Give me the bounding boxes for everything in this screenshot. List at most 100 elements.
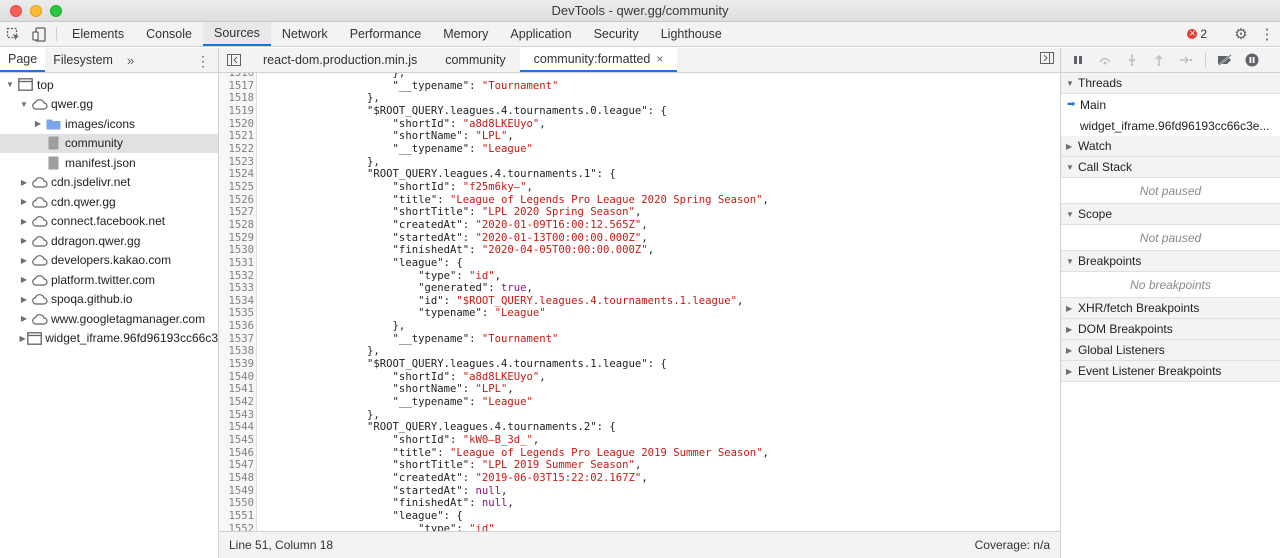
line-number[interactable]: 1536: [219, 320, 257, 333]
section-scope[interactable]: ▼ Scope: [1061, 204, 1280, 225]
pause-on-exceptions-icon[interactable]: [1241, 50, 1263, 70]
expand-arrow-right-icon[interactable]: ▶: [18, 236, 30, 245]
expand-arrow-right-icon[interactable]: ▶: [32, 119, 44, 128]
line-number[interactable]: 1540: [219, 370, 257, 384]
line-number[interactable]: 1552: [219, 522, 257, 531]
expand-arrow-right-icon[interactable]: ▶: [18, 178, 30, 187]
tree-item[interactable]: ▶ connect.facebook.net: [0, 212, 218, 232]
tab-security[interactable]: Security: [583, 22, 650, 46]
tree-item[interactable]: ▶ developers.kakao.com: [0, 251, 218, 271]
navigator-menu-icon[interactable]: ⋮: [196, 53, 210, 70]
tab-elements[interactable]: Elements: [61, 22, 135, 46]
editor-tab[interactable]: community: [431, 48, 519, 72]
editor-tab[interactable]: react-dom.production.min.js: [249, 48, 431, 72]
tree-item[interactable]: ▶ platform.twitter.com: [0, 270, 218, 290]
expand-arrow-right-icon[interactable]: ▶: [18, 295, 30, 304]
expand-arrow-right-icon[interactable]: ▶: [18, 217, 30, 226]
line-number[interactable]: 1535: [219, 307, 257, 321]
tree-item[interactable]: community: [0, 133, 218, 153]
expand-arrow-down-icon[interactable]: ▼: [4, 80, 16, 89]
line-number[interactable]: 1516: [219, 73, 257, 80]
close-tab-icon[interactable]: ×: [656, 52, 663, 66]
line-number[interactable]: 1522: [219, 142, 257, 156]
section-xhr-fetch-breakpoints[interactable]: ▶ XHR/fetch Breakpoints: [1061, 298, 1280, 319]
thread-item[interactable]: widget_iframe.96fd96193cc66c3e...: [1061, 115, 1280, 136]
line-number[interactable]: 1550: [219, 497, 257, 510]
toggle-navigator-icon[interactable]: [219, 48, 249, 72]
deactivate-breakpoints-icon[interactable]: [1214, 50, 1236, 70]
section-event-listener-breakpoints[interactable]: ▶ Event Listener Breakpoints: [1061, 361, 1280, 382]
coverage-status[interactable]: Coverage: n/a: [975, 538, 1050, 552]
section-global-listeners[interactable]: ▶ Global Listeners: [1061, 340, 1280, 361]
pause-icon[interactable]: [1067, 50, 1089, 70]
device-toolbar-icon[interactable]: [26, 22, 52, 46]
line-number[interactable]: 1530: [219, 244, 257, 257]
tree-item[interactable]: ▶ widget_iframe.96fd96193cc66c3: [0, 329, 218, 349]
line-number[interactable]: 1523: [219, 155, 257, 169]
line-number[interactable]: 1537: [219, 332, 257, 346]
line-number[interactable]: 1517: [219, 79, 257, 93]
line-number[interactable]: 1529: [219, 231, 257, 245]
line-number[interactable]: 1532: [219, 269, 257, 283]
line-number[interactable]: 1531: [219, 256, 257, 270]
line-number[interactable]: 1543: [219, 408, 257, 422]
line-number[interactable]: 1527: [219, 206, 257, 219]
editor-tab[interactable]: community:formatted ×: [519, 48, 678, 72]
tab-filesystem[interactable]: Filesystem: [45, 48, 121, 72]
tab-sources[interactable]: Sources: [202, 22, 271, 46]
more-tabs-icon[interactable]: »: [121, 48, 140, 72]
line-number[interactable]: 1521: [219, 130, 257, 143]
line-number[interactable]: 1542: [219, 396, 257, 409]
close-window-button[interactable]: [10, 5, 22, 17]
tab-memory[interactable]: Memory: [432, 22, 499, 46]
line-number[interactable]: 1525: [219, 180, 257, 194]
tree-item[interactable]: ▶ images/icons: [0, 114, 218, 134]
line-number[interactable]: 1549: [219, 484, 257, 498]
line-number[interactable]: 1524: [219, 168, 257, 181]
tab-page[interactable]: Page: [0, 48, 46, 72]
section-watch[interactable]: ▶ Watch: [1061, 136, 1280, 157]
expand-arrow-right-icon[interactable]: ▶: [18, 256, 30, 265]
line-number[interactable]: 1547: [219, 459, 257, 472]
kebab-menu-icon[interactable]: ⋮: [1254, 25, 1280, 43]
expand-arrow-right-icon[interactable]: ▶: [18, 197, 30, 206]
line-number[interactable]: 1546: [219, 446, 257, 460]
step-into-icon[interactable]: [1121, 50, 1143, 70]
expand-arrow-right-icon[interactable]: ▶: [18, 275, 30, 284]
line-number[interactable]: 1519: [219, 104, 257, 118]
section-dom-breakpoints[interactable]: ▶ DOM Breakpoints: [1061, 319, 1280, 340]
tree-item[interactable]: ▶ spoqa.github.io: [0, 290, 218, 310]
tab-application[interactable]: Application: [499, 22, 582, 46]
section-call-stack[interactable]: ▼ Call Stack: [1061, 157, 1280, 178]
line-number[interactable]: 1528: [219, 218, 257, 232]
line-number[interactable]: 1520: [219, 117, 257, 131]
gear-icon[interactable]: ⚙: [1228, 25, 1254, 43]
line-number[interactable]: 1534: [219, 294, 257, 308]
line-number[interactable]: 1518: [219, 92, 257, 105]
tree-item[interactable]: ▶ www.googletagmanager.com: [0, 309, 218, 329]
maximize-window-button[interactable]: [50, 5, 62, 17]
thread-item[interactable]: ➡ Main: [1061, 94, 1280, 115]
error-counter[interactable]: ✕ 2: [1187, 27, 1207, 41]
tree-item[interactable]: ▶ cdn.qwer.gg: [0, 192, 218, 212]
step-out-icon[interactable]: [1148, 50, 1170, 70]
toggle-debugger-icon[interactable]: [1040, 52, 1054, 67]
line-number[interactable]: 1551: [219, 509, 257, 523]
line-number[interactable]: 1548: [219, 472, 257, 485]
section-breakpoints[interactable]: ▼ Breakpoints: [1061, 251, 1280, 272]
tree-item[interactable]: ▼ top: [0, 75, 218, 95]
minimize-window-button[interactable]: [30, 5, 42, 17]
line-number[interactable]: 1544: [219, 421, 257, 435]
tab-lighthouse[interactable]: Lighthouse: [650, 22, 733, 46]
line-number[interactable]: 1539: [219, 358, 257, 371]
tree-item[interactable]: ▼ qwer.gg: [0, 95, 218, 115]
line-number[interactable]: 1538: [219, 345, 257, 359]
tab-console[interactable]: Console: [135, 22, 203, 46]
tab-performance[interactable]: Performance: [339, 22, 433, 46]
code-viewer[interactable]: 1516 }, 1517 "__typename": "Tournament" 15…: [219, 73, 1060, 531]
line-number[interactable]: 1533: [219, 282, 257, 295]
line-number[interactable]: 1526: [219, 193, 257, 207]
line-number[interactable]: 1541: [219, 383, 257, 397]
section-threads[interactable]: ▼ Threads: [1061, 73, 1280, 94]
tree-item[interactable]: ▶ cdn.jsdelivr.net: [0, 173, 218, 193]
